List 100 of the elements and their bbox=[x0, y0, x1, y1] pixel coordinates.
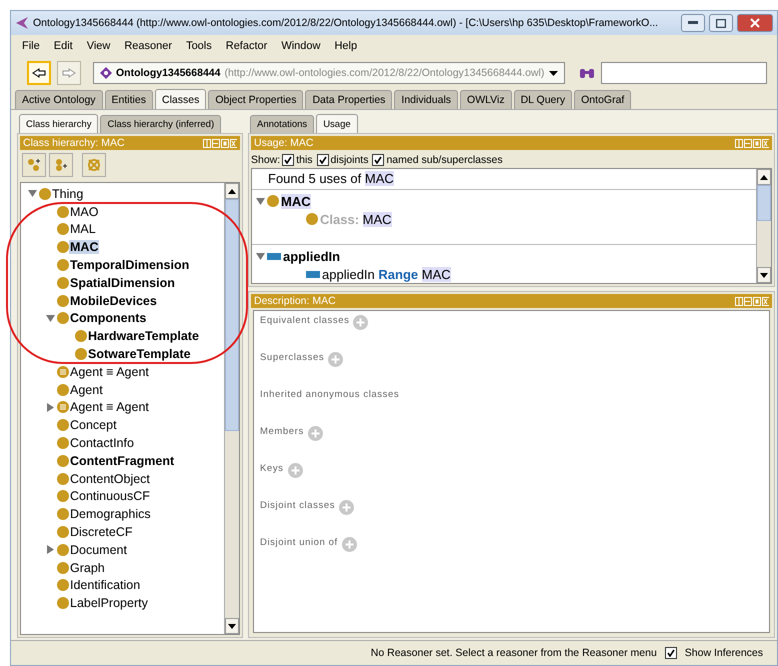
tab[interactable]: OntoGraf bbox=[574, 90, 632, 109]
tree-item[interactable]: ContinuousCF bbox=[69, 489, 151, 504]
tab[interactable]: Class hierarchy (inferred) bbox=[100, 115, 222, 133]
forward-arrow-icon bbox=[62, 68, 76, 78]
window-title: Ontology1345668444 (http://www.owl-ontologies.com/2012/8/22/Ontology1345668444.owl) - [C:\Users\hp 635\Desktop\FrameworkO... bbox=[33, 17, 660, 29]
menu-item[interactable]: Tools bbox=[181, 40, 221, 52]
tab[interactable]: DL Query bbox=[514, 90, 572, 109]
tree-item[interactable]: Graph bbox=[69, 560, 106, 575]
menu-item[interactable]: File bbox=[17, 40, 49, 52]
checkmark-icon bbox=[374, 156, 382, 164]
menu-item[interactable]: Reasoner bbox=[119, 40, 182, 52]
scroll-down-icon[interactable] bbox=[228, 624, 236, 628]
expanded-triangle-icon[interactable] bbox=[256, 198, 265, 204]
tree-item[interactable]: Document bbox=[69, 542, 128, 557]
checkmark-icon bbox=[666, 649, 675, 657]
panel-header: Description: MAC bbox=[251, 294, 772, 308]
ontology-dropdown[interactable]: Ontology1345668444 (http://www.owl-ontologies.com/2012/8/22/Ontology1345668444.owl) bbox=[93, 62, 565, 84]
tree-item[interactable]: MobileDevices bbox=[69, 294, 158, 308]
usage-summary: Found 5 uses of MAC bbox=[252, 169, 756, 190]
panel-buttons-icon[interactable] bbox=[203, 138, 237, 148]
expanded-triangle-icon[interactable] bbox=[46, 314, 54, 322]
close-button[interactable] bbox=[737, 14, 773, 32]
tree-item[interactable]: LabelProperty bbox=[69, 596, 149, 610]
expanded-triangle-icon[interactable] bbox=[256, 252, 265, 260]
tree-item[interactable]: MAO bbox=[69, 204, 100, 219]
tab[interactable]: Class hierarchy bbox=[19, 114, 98, 133]
scroll-up-icon[interactable] bbox=[228, 188, 236, 194]
tab[interactable]: Active Ontology bbox=[15, 90, 103, 109]
minimize-button[interactable] bbox=[681, 14, 705, 32]
checkbox[interactable] bbox=[372, 154, 384, 166]
back-button[interactable] bbox=[27, 61, 51, 85]
minimize-icon bbox=[688, 21, 698, 25]
panel-buttons-icon[interactable] bbox=[735, 296, 769, 306]
section-label: Disjoint classes bbox=[260, 500, 336, 511]
tree-item[interactable]: MAL bbox=[69, 222, 97, 236]
search-field[interactable] bbox=[601, 62, 767, 84]
tree-item[interactable]: Demographics bbox=[69, 507, 152, 522]
usage-entity: appliedIn bbox=[283, 248, 340, 264]
tree-item[interactable]: SotwareTemplate bbox=[87, 347, 192, 362]
menu-item[interactable]: Window bbox=[276, 40, 330, 52]
tree-item[interactable]: Components bbox=[69, 311, 148, 326]
tree-item[interactable]: HardwareTemplate bbox=[87, 329, 200, 344]
usage-axiom: appliedIn Range MAC bbox=[322, 266, 451, 282]
tab[interactable]: Classes bbox=[154, 89, 206, 109]
panel-buttons-icon[interactable] bbox=[735, 138, 769, 148]
show-inferences-label: Show Inferences bbox=[684, 647, 763, 659]
tree-item[interactable]: DiscreteCF bbox=[69, 525, 134, 540]
panel-header: Usage: MAC bbox=[251, 136, 772, 150]
checkbox[interactable] bbox=[282, 154, 294, 166]
status-message: No Reasoner set. Select a reasoner from the Reasoner menu bbox=[370, 647, 657, 659]
tree-item[interactable]: MAC bbox=[69, 240, 100, 254]
tab[interactable]: Annotations bbox=[250, 115, 314, 133]
tab[interactable]: Object Properties bbox=[208, 90, 304, 109]
panel-header: Class hierarchy: MAC bbox=[20, 136, 240, 150]
tab[interactable]: Individuals bbox=[394, 90, 458, 109]
app-icon bbox=[15, 16, 29, 30]
option-label: this bbox=[296, 154, 313, 166]
expanded-triangle-icon[interactable] bbox=[28, 190, 36, 198]
checkbox[interactable] bbox=[316, 154, 329, 166]
tree-item[interactable]: Thing bbox=[51, 186, 84, 201]
scroll-up-icon[interactable] bbox=[760, 174, 768, 180]
section-label: Disjoint union of bbox=[260, 537, 338, 548]
collapsed-triangle-icon[interactable] bbox=[46, 545, 54, 554]
tree-item[interactable]: SpatialDimension bbox=[69, 276, 176, 290]
checkbox[interactable] bbox=[664, 647, 677, 659]
collapsed-triangle-icon[interactable] bbox=[46, 402, 54, 412]
tree-item[interactable]: Agent ≡ Agent bbox=[69, 364, 150, 379]
tree-item[interactable]: Agent ≡ Agent bbox=[69, 400, 150, 414]
maximize-icon bbox=[716, 18, 726, 28]
checkmark-icon bbox=[318, 156, 327, 164]
section-label: Superclasses bbox=[260, 352, 324, 363]
scroll-down-icon[interactable] bbox=[760, 272, 768, 278]
option-label: named sub/superclasses bbox=[386, 154, 503, 166]
scrollbar[interactable] bbox=[224, 183, 239, 634]
scrollbar[interactable] bbox=[756, 169, 771, 283]
dropdown-caret-icon bbox=[549, 70, 558, 76]
tab[interactable]: Entities bbox=[104, 90, 153, 109]
tree-item[interactable]: Identification bbox=[69, 578, 142, 592]
usage-entity: MAC bbox=[281, 194, 311, 208]
close-icon bbox=[750, 18, 760, 28]
menu-item[interactable]: Help bbox=[329, 40, 366, 52]
tree-item[interactable]: ContactInfo bbox=[69, 436, 135, 450]
forward-button[interactable] bbox=[57, 61, 81, 85]
tree-item[interactable]: ContentFragment bbox=[69, 454, 176, 468]
tree-item[interactable]: TemporalDimension bbox=[69, 258, 190, 272]
maximize-button[interactable] bbox=[709, 14, 733, 32]
tree-item[interactable]: Agent bbox=[69, 382, 104, 397]
add-sibling-icon bbox=[54, 158, 68, 172]
binoculars-icon[interactable] bbox=[579, 67, 595, 79]
usage-axiom: Class: MAC bbox=[320, 212, 392, 226]
tree-item[interactable]: ContentObject bbox=[69, 472, 151, 486]
option-label: disjoints bbox=[330, 154, 368, 166]
tab[interactable]: Usage bbox=[316, 114, 358, 133]
menu-item[interactable]: Edit bbox=[48, 40, 82, 52]
section-label: Equivalent classes bbox=[260, 315, 350, 326]
tree-item[interactable]: Concept bbox=[69, 418, 118, 432]
menu-item[interactable]: View bbox=[82, 40, 120, 52]
tab[interactable]: OWLViz bbox=[460, 90, 512, 109]
menu-item[interactable]: Refactor bbox=[220, 40, 276, 52]
tab[interactable]: Data Properties bbox=[305, 90, 392, 109]
